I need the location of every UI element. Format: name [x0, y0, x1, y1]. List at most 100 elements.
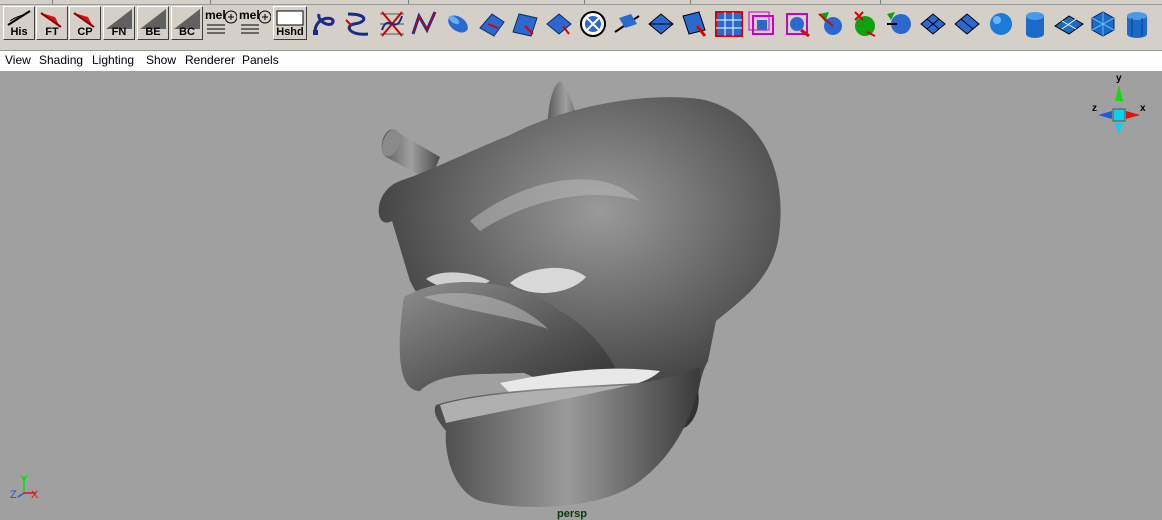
mel-script-icon	[207, 10, 237, 34]
revolve-icon	[448, 15, 468, 33]
poly-plane-button[interactable]	[917, 8, 949, 39]
bridge-component-button[interactable]: BC	[171, 6, 203, 40]
mel-script-button-2[interactable]: mel	[239, 8, 271, 39]
sphere-cut-icon	[887, 12, 911, 34]
planar-icon	[512, 13, 538, 37]
view-axis-x-cone	[1126, 111, 1140, 119]
poly-grid-button[interactable]	[951, 8, 983, 39]
shelf-tab-divider	[210, 0, 211, 4]
view-axis-x-label: x	[1140, 103, 1146, 114]
bevel-edge-label: BE	[145, 26, 161, 38]
freeze-transform-button[interactable]: FT	[36, 6, 68, 40]
menu-panels[interactable]: Panels	[242, 53, 279, 67]
view-cube-center[interactable]	[1112, 108, 1126, 122]
pencil-curve-button[interactable]	[376, 8, 408, 39]
shelf-tab-divider	[408, 0, 409, 4]
shelf-tab-divider	[880, 0, 881, 4]
origin-axis-indicator: Y Z X	[10, 473, 39, 501]
pencil-curve-icon	[380, 11, 404, 37]
view-axis-neg-y-cone	[1115, 123, 1123, 135]
extrude-button[interactable]	[543, 8, 575, 39]
freeze-transform-label: FT	[45, 26, 59, 38]
freeze-normals-label: FN	[111, 26, 127, 38]
viewport-canvas: y z x Y Z X	[10, 73, 1146, 507]
origin-axis-z-label: Z	[10, 489, 17, 501]
menu-show[interactable]: Show	[146, 53, 176, 67]
perspective-viewport[interactable]: y z x Y Z X persp	[0, 71, 1162, 520]
poly-soccerball-icon	[1091, 11, 1115, 37]
circle-fillet-button[interactable]	[577, 8, 609, 39]
trim-tool-button[interactable]	[645, 8, 677, 39]
sculpt-surface-button[interactable]	[747, 8, 779, 39]
cluster-button[interactable]	[815, 8, 847, 39]
bridge-component-label: BC	[179, 26, 195, 38]
arc-tool-icon	[411, 11, 437, 35]
lower-jaw	[434, 367, 700, 507]
poly-grid-icon	[954, 13, 980, 35]
poly-soccerball-button[interactable]	[1087, 8, 1119, 39]
view-axis-gizmo: y z x	[1092, 73, 1146, 135]
poly-cylinder-icon	[1026, 12, 1044, 38]
devil-mask-model[interactable]	[378, 81, 781, 507]
project-curve-button[interactable]	[611, 8, 643, 39]
view-axis-z-cone	[1098, 111, 1112, 119]
origin-axis-x-label: X	[31, 489, 39, 501]
poly-plane-flat-button[interactable]	[1053, 8, 1085, 39]
attach-surface-button[interactable]	[713, 8, 745, 39]
cluster-icon	[818, 12, 842, 35]
history-label: His	[10, 26, 28, 38]
shelf-tab-divider	[52, 0, 53, 4]
camera-name-label: persp	[557, 508, 587, 520]
loft-button[interactable]	[476, 8, 508, 39]
center-pivot-label: CP	[77, 26, 93, 38]
attach-surface-icon	[715, 11, 743, 37]
freeze-normals-button[interactable]: FN	[103, 6, 135, 40]
menu-view[interactable]: View	[5, 53, 31, 67]
lattice-button[interactable]	[781, 8, 813, 39]
cv-curve-icon	[313, 13, 335, 35]
poly-plane-icon	[920, 13, 946, 35]
insert-isoparm-icon	[682, 11, 707, 37]
lattice-icon	[786, 13, 810, 38]
revolve-button[interactable]	[442, 8, 474, 39]
poly-cylinder-button[interactable]	[1019, 8, 1051, 39]
mel-script-icon	[241, 10, 271, 34]
sculpt-surface-icon	[748, 11, 774, 35]
shelf-tab-divider	[584, 0, 585, 4]
view-axis-y-label: y	[1116, 73, 1122, 84]
hardware-shade-button[interactable]: Hshd	[273, 6, 307, 40]
cv-curve-button[interactable]	[309, 8, 341, 39]
view-axis-y-cone	[1115, 85, 1123, 101]
center-pivot-button[interactable]: CP	[69, 6, 101, 40]
sphere-cut-button[interactable]	[883, 8, 915, 39]
loft-icon	[479, 13, 505, 37]
sphere-split-icon	[854, 11, 876, 37]
circle-fillet-icon	[580, 11, 606, 37]
menu-renderer[interactable]: Renderer	[185, 53, 235, 67]
menu-shading[interactable]: Shading	[39, 53, 83, 67]
bevel-edge-button[interactable]: BE	[137, 6, 169, 40]
poly-plane-flat-icon	[1054, 15, 1084, 35]
poly-sphere-icon	[990, 13, 1012, 35]
menu-lighting[interactable]: Lighting	[92, 53, 134, 67]
project-curve-icon	[614, 14, 640, 33]
arc-tool-button[interactable]	[409, 8, 441, 39]
poly-cylinder-tall-icon	[1127, 12, 1147, 38]
planar-button[interactable]	[509, 8, 541, 39]
ep-curve-icon	[345, 12, 369, 36]
view-axis-z-label: z	[1092, 103, 1097, 114]
panel-menu-bar: View Shading Lighting Show Renderer Pane…	[0, 50, 1162, 72]
hardware-shade-label: Hshd	[276, 26, 304, 38]
shelf-tab-divider	[690, 0, 691, 4]
insert-isoparm-button[interactable]	[679, 8, 711, 39]
origin-axis-y-label: Y	[20, 473, 28, 487]
poly-sphere-button[interactable]	[985, 8, 1017, 39]
sphere-split-button[interactable]	[849, 8, 881, 39]
ep-curve-button[interactable]	[342, 8, 374, 39]
trim-tool-icon	[648, 13, 674, 35]
extrude-icon	[546, 13, 572, 35]
history-button[interactable]: His	[3, 6, 35, 40]
mel-script-button[interactable]: mel	[205, 8, 237, 39]
shelf: His FT CP FN BE BC mel mel Hshd	[0, 5, 1162, 45]
poly-cylinder-tall-button[interactable]	[1121, 8, 1153, 39]
